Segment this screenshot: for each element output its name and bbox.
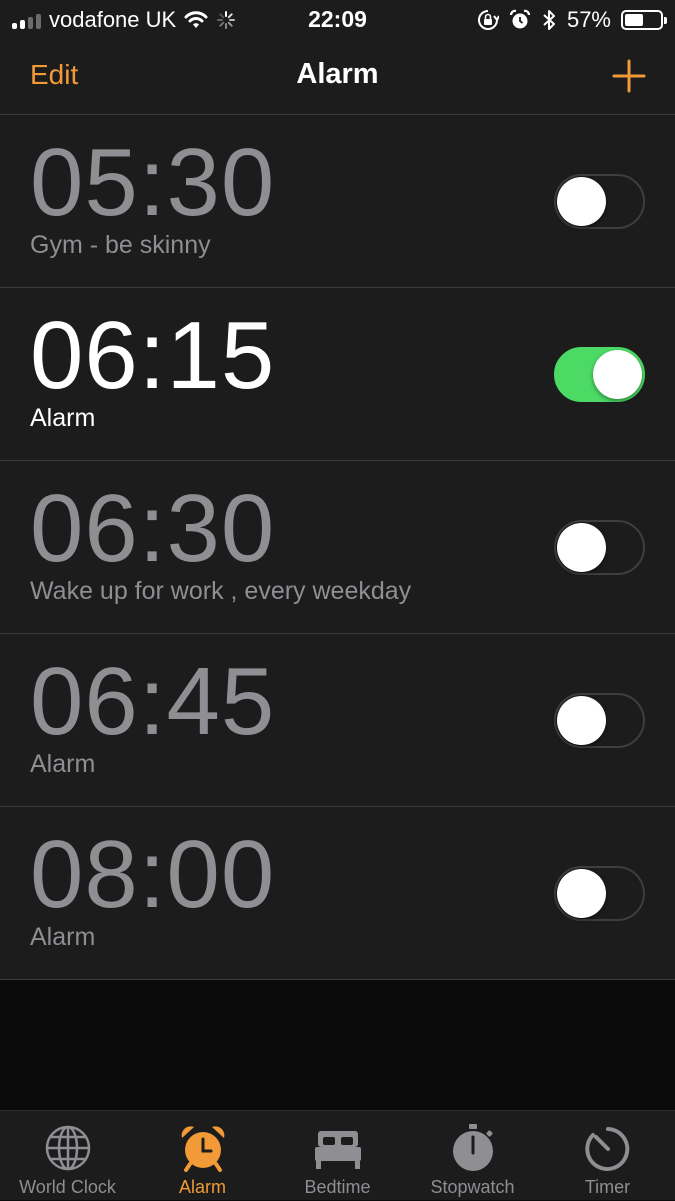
tab-label: Alarm — [178, 1177, 226, 1197]
page-title: Alarm — [296, 58, 379, 90]
alarm-row[interactable]: 08:00 Alarm — [0, 807, 675, 980]
bluetooth-icon — [543, 10, 555, 30]
alarm-label: Alarm — [30, 404, 96, 432]
alarm-toggle[interactable] — [554, 520, 645, 575]
battery-icon — [621, 10, 667, 30]
add-alarm-button[interactable] — [611, 58, 647, 94]
tab-bar: World Clock Alarm Bedtime Stopwatch Time… — [0, 1110, 675, 1200]
toggle-knob — [593, 350, 642, 399]
alarm-row[interactable]: 06:45 Alarm — [0, 634, 675, 807]
timer-icon — [584, 1127, 629, 1171]
tab-timer[interactable]: Timer — [540, 1111, 675, 1201]
alarm-time: 05:30 — [30, 129, 276, 236]
alarm-time: 06:45 — [30, 648, 276, 755]
alarm-toggle[interactable] — [554, 347, 645, 402]
plus-icon — [612, 59, 646, 93]
alarm-row[interactable]: 05:30 Gym - be skinny — [0, 115, 675, 288]
tab-stopwatch[interactable]: Stopwatch — [405, 1111, 540, 1201]
tab-label: Timer — [584, 1177, 631, 1197]
alarm-time: 06:15 — [30, 302, 276, 409]
alarm-toggle[interactable] — [554, 866, 645, 921]
rotation-lock-icon — [477, 10, 499, 30]
stopwatch-icon — [452, 1124, 493, 1171]
tab-label: World Clock — [19, 1177, 116, 1197]
tab-bedtime[interactable]: Bedtime — [270, 1111, 405, 1201]
alarm-label: Alarm — [30, 750, 96, 778]
alarm-list: 05:30 Gym - be skinny 06:15 Alarm 06:30 … — [0, 115, 675, 980]
alarm-clock-icon — [181, 1126, 224, 1172]
toggle-knob — [557, 177, 606, 226]
battery-percent: 57% — [566, 7, 611, 32]
globe-icon — [45, 1125, 90, 1171]
toggle-knob — [557, 523, 606, 572]
alarm-label: Wake up for work , every weekday — [30, 577, 412, 605]
tab-label: Stopwatch — [430, 1177, 515, 1197]
toggle-knob — [557, 869, 606, 918]
alarm-toggle[interactable] — [554, 693, 645, 748]
status-bar: vodafone UK 22:09 57% — [0, 0, 675, 40]
toggle-knob — [557, 696, 606, 745]
status-right: 57% — [477, 7, 667, 33]
alarm-label: Gym - be skinny — [30, 231, 211, 259]
tab-alarm[interactable]: Alarm — [135, 1111, 270, 1201]
alarm-clock-icon — [509, 9, 531, 29]
tab-label: Bedtime — [304, 1177, 371, 1197]
bed-icon — [314, 1131, 361, 1169]
alarm-label: Alarm — [30, 923, 96, 951]
alarm-row[interactable]: 06:15 Alarm — [0, 288, 675, 461]
alarm-row[interactable]: 06:30 Wake up for work , every weekday — [0, 461, 675, 634]
alarm-time: 08:00 — [30, 821, 276, 928]
tab-world-clock[interactable]: World Clock — [0, 1111, 135, 1201]
alarm-toggle[interactable] — [554, 174, 645, 229]
alarm-time: 06:30 — [30, 475, 276, 582]
nav-bar: Edit Alarm — [0, 40, 675, 115]
